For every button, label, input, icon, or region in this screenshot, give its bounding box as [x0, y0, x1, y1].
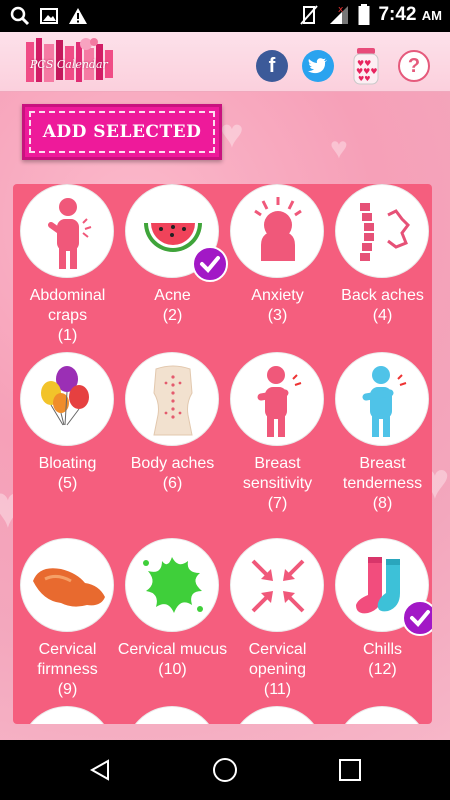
symptom-label: Chills (12)	[362, 641, 403, 678]
symptom-label: Body aches (6)	[130, 455, 215, 492]
anxiety-head-icon	[254, 197, 302, 261]
status-time: 7:42 AM	[378, 4, 442, 25]
recents-icon[interactable]	[338, 758, 362, 782]
symptom-label: Breast tenderness (8)	[342, 455, 423, 512]
home-icon[interactable]	[212, 757, 238, 783]
signal-icon: x	[330, 5, 349, 24]
add-selected-button[interactable]: ADD SELECTED	[22, 104, 222, 160]
symptom-label: Bloating (5)	[38, 455, 97, 492]
green-splat-icon	[143, 557, 203, 613]
status-bar: x 7:42 AM	[0, 0, 450, 32]
abdominal-figure-icon	[48, 198, 92, 269]
search-icon	[10, 6, 30, 26]
breast-figure-pink-icon	[257, 366, 302, 437]
selected-check-icon	[402, 600, 432, 636]
app-logo: PCS Calendar	[24, 36, 118, 86]
svg-text:♥♥: ♥♥	[358, 75, 371, 83]
symptom-label: Acne (2)	[154, 287, 191, 324]
arrows-inward-icon	[251, 559, 305, 613]
twitter-icon[interactable]	[302, 50, 334, 82]
symptom-label: Cervical opening (11)	[248, 641, 307, 698]
main-content: ♥ ♥ ♥ ♥ ADD SELECTED Abdominal craps(1)	[0, 92, 450, 740]
image-icon	[40, 8, 58, 24]
svg-text:x: x	[338, 5, 344, 15]
help-icon[interactable]: ?	[398, 50, 430, 82]
hearts-jar-icon[interactable]: ♥♥ ♥♥♥ ♥♥	[348, 46, 384, 86]
logo-text: PCS Calendar	[30, 58, 108, 71]
symptom-label: Abdominal craps (1)	[29, 287, 106, 344]
symptom-label: Cervical firmness (9)	[37, 641, 98, 698]
navigation-bar	[0, 740, 450, 800]
body-torso-icon	[153, 365, 193, 436]
balloons-icon	[41, 366, 89, 426]
battery-icon	[358, 4, 370, 25]
facebook-icon[interactable]: f	[256, 50, 288, 82]
breast-figure-blue-icon	[362, 366, 407, 437]
warning-icon	[69, 8, 87, 24]
symptom-label: Cervical mucus (10)	[117, 641, 228, 678]
selected-check-icon	[192, 246, 228, 282]
app-bar: PCS Calendar f ♥♥ ♥♥♥ ♥♥ ?	[0, 32, 450, 92]
symptoms-grid: Abdominal craps (1) Acne (2) Anxiety (3)…	[13, 184, 432, 724]
back-icon[interactable]	[88, 758, 112, 782]
symptom-label: Anxiety (3)	[251, 287, 304, 324]
spine-icon	[360, 203, 410, 261]
orange-shape-icon	[33, 568, 105, 607]
symptom-label: Breast sensitivity (7)	[242, 455, 313, 512]
vibrate-off-icon	[300, 5, 319, 25]
symptom-label: Back aches (4)	[341, 287, 424, 324]
